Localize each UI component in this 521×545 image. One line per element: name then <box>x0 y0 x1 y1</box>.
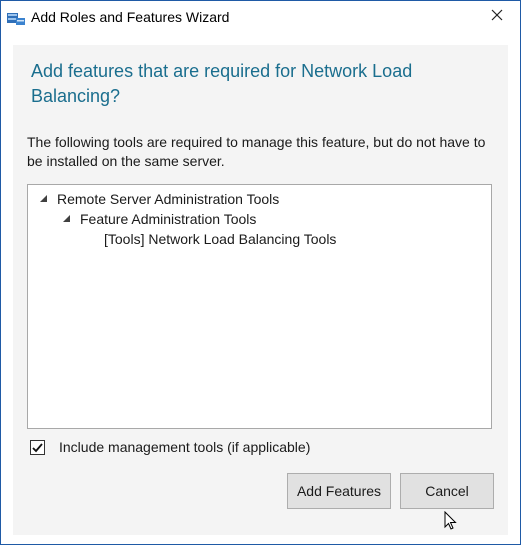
cancel-button[interactable]: Cancel <box>400 473 494 509</box>
close-icon <box>491 8 503 26</box>
tree-item-nlb-tools[interactable]: [Tools] Network Load Balancing Tools <box>104 230 336 248</box>
include-tools-checkbox[interactable] <box>30 440 45 455</box>
include-tools-label: Include management tools (if applicable) <box>59 439 311 455</box>
title-bar[interactable]: Add Roles and Features Wizard <box>1 1 520 33</box>
tree-item-feature-admin-tools[interactable]: Feature Administration Tools <box>80 210 256 228</box>
dialog-content: Add features that are required for Netwo… <box>13 45 508 535</box>
add-features-button[interactable]: Add Features <box>287 473 391 509</box>
dialog-description: The following tools are required to mana… <box>27 134 486 169</box>
dialog-heading: Add features that are required for Netwo… <box>31 61 413 106</box>
server-manager-icon <box>7 9 25 25</box>
required-features-tree[interactable]: Remote Server Administration Tools Featu… <box>27 184 492 429</box>
mouse-cursor-icon <box>444 510 458 536</box>
expand-arrow-icon[interactable] <box>40 195 47 202</box>
window-title: Add Roles and Features Wizard <box>31 9 230 25</box>
expand-arrow-icon[interactable] <box>63 215 70 222</box>
tree-item-remote-server-admin-tools[interactable]: Remote Server Administration Tools <box>57 190 279 208</box>
close-button[interactable] <box>474 1 520 33</box>
wizard-window: Add Roles and Features Wizard Add featur… <box>0 0 521 545</box>
